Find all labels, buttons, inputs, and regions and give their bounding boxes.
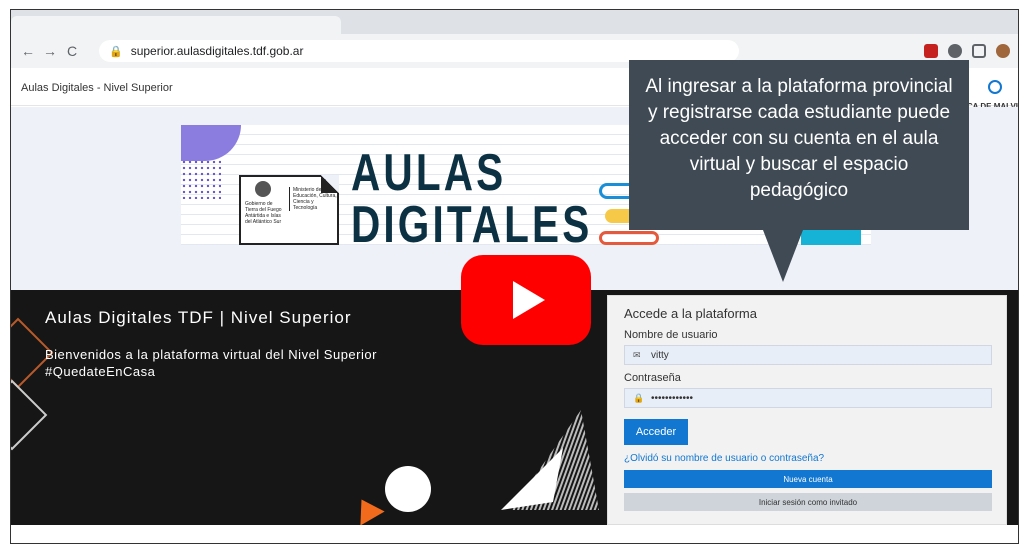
- white-circle-shape: [385, 466, 431, 512]
- password-value: ••••••••••••: [651, 392, 694, 404]
- tab-strip: [11, 10, 1018, 34]
- username-field[interactable]: ✉ vitty: [624, 345, 992, 365]
- password-field[interactable]: 🔒 ••••••••••••: [624, 388, 992, 408]
- puzzle-icon[interactable]: [948, 44, 962, 58]
- annotation-tooltip: Al ingresar a la plataforma provincial y…: [629, 60, 969, 230]
- url-text: superior.aulasdigitales.tdf.gob.ar: [130, 44, 304, 58]
- dot-pattern: [181, 159, 221, 199]
- address-bar[interactable]: 🔒 superior.aulasdigitales.tdf.gob.ar: [99, 40, 739, 62]
- login-panel: Accede a la plataforma Nombre de usuario…: [607, 295, 1007, 525]
- login-button[interactable]: Acceder: [624, 419, 688, 445]
- forward-arrow-icon[interactable]: →: [39, 43, 61, 59]
- white-outline-shape: [11, 379, 48, 451]
- language-globe-icon[interactable]: [988, 80, 1002, 94]
- hero-subtitle: Bienvenidos a la plataforma virtual del …: [45, 347, 377, 379]
- forgot-password-link[interactable]: ¿Olvidó su nombre de usuario o contraseñ…: [624, 453, 824, 464]
- play-icon: [513, 281, 545, 319]
- lock-icon: 🔒: [633, 392, 645, 403]
- site-title[interactable]: Aulas Digitales - Nivel Superior: [21, 82, 173, 94]
- purple-blob: [181, 125, 241, 161]
- video-frame: ← → C 🔒 superior.aulasdigitales.tdf.gob.…: [10, 9, 1019, 544]
- password-label: Contraseña: [624, 372, 681, 384]
- back-arrow-icon[interactable]: ←: [17, 43, 39, 59]
- orange-triangle-shape: [349, 492, 385, 525]
- government-logo: Gobierno de Tierra del Fuego Antártida e…: [245, 181, 285, 237]
- new-account-button[interactable]: Nueva cuenta: [624, 470, 992, 488]
- ministry-logo: Ministerio de Educación, Cultura, Cienci…: [289, 187, 337, 211]
- lock-icon: 🔒: [109, 45, 123, 58]
- tooltip-pointer: [763, 230, 803, 282]
- red-pill-shape: [599, 231, 659, 245]
- youtube-play-button[interactable]: [461, 255, 591, 345]
- extension-red-icon[interactable]: [924, 44, 938, 58]
- profile-avatar[interactable]: [996, 44, 1010, 58]
- guest-login-button[interactable]: Iniciar sesión como invitado: [624, 493, 992, 511]
- seal-icon: [255, 181, 271, 197]
- banner-word-aulas: AULAS: [351, 144, 507, 202]
- reload-icon[interactable]: C: [61, 43, 83, 59]
- banner-word-digitales: DIGITALES: [351, 196, 593, 245]
- login-heading: Accede a la plataforma: [624, 306, 757, 321]
- side-panel-icon[interactable]: [972, 44, 986, 58]
- username-label: Nombre de usuario: [624, 329, 718, 341]
- browser-tab[interactable]: [11, 16, 341, 34]
- hero-title: Aulas Digitales TDF | Nivel Superior: [45, 308, 352, 327]
- government-text: Gobierno de Tierra del Fuego Antártida e…: [245, 201, 282, 225]
- striped-triangle-graphic: [501, 410, 599, 510]
- envelope-icon: ✉: [633, 349, 641, 360]
- username-value: vitty: [651, 349, 669, 361]
